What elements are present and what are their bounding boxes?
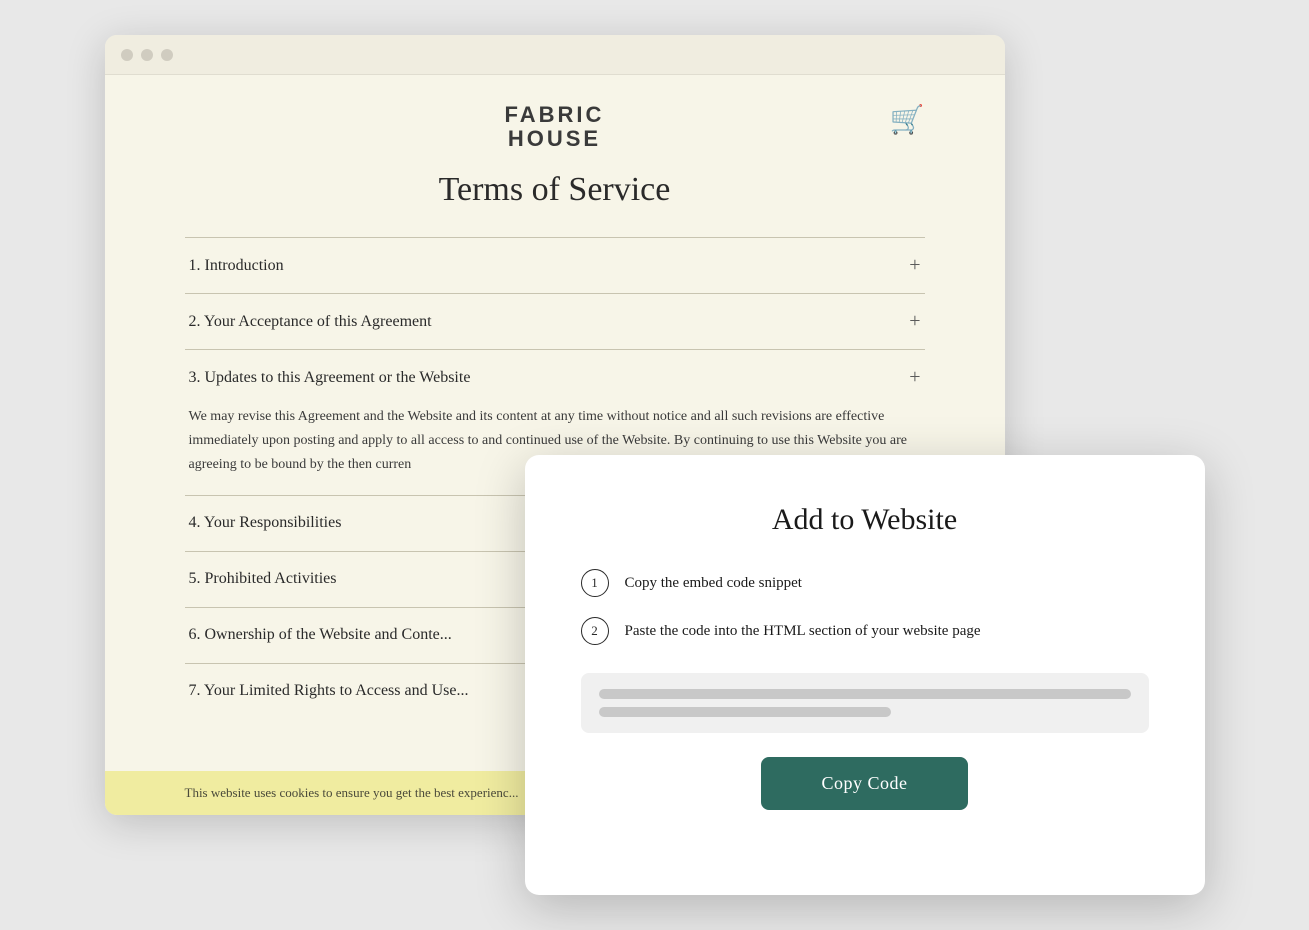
page-title: Terms of Service [185, 171, 925, 209]
accordion-row-1[interactable]: 1. Introduction + [185, 238, 925, 293]
code-line-1 [599, 689, 1131, 699]
accordion-plus-2: + [909, 310, 920, 333]
code-line-2 [599, 707, 892, 717]
accordion-label-7: 7. Your Limited Rights to Access and Use… [189, 682, 469, 700]
step-1-text: Copy the embed code snippet [625, 575, 802, 592]
step-2-text: Paste the code into the HTML section of … [625, 623, 981, 640]
accordion-label-3: 3. Updates to this Agreement or the Webs… [189, 369, 471, 387]
accordion-label-1: 1. Introduction [189, 257, 284, 275]
logo-line2: HOUSE [508, 126, 601, 151]
accordion-plus-3: + [909, 366, 920, 389]
accordion-label-2: 2. Your Acceptance of this Agreement [189, 313, 432, 331]
accordion-item-2: 2. Your Acceptance of this Agreement + [185, 293, 925, 349]
accordion-item-1: 1. Introduction + [185, 237, 925, 293]
modal-step-1: 1 Copy the embed code snippet [581, 569, 1149, 597]
site-header: FABRIC HOUSE 🛒 [185, 75, 925, 171]
modal-step-2: 2 Paste the code into the HTML section o… [581, 617, 1149, 645]
site-logo: FABRIC HOUSE [505, 103, 605, 151]
accordion-row-2[interactable]: 2. Your Acceptance of this Agreement + [185, 294, 925, 349]
logo-line1: FABRIC [505, 102, 605, 127]
accordion-label-5: 5. Prohibited Activities [189, 570, 337, 588]
add-to-website-modal: Add to Website 1 Copy the embed code sni… [525, 455, 1205, 895]
cookie-text: This website uses cookies to ensure you … [185, 785, 519, 800]
code-snippet-box [581, 673, 1149, 733]
traffic-light-yellow[interactable] [141, 49, 153, 61]
modal-title: Add to Website [772, 503, 957, 537]
accordion-plus-1: + [909, 254, 920, 277]
cart-icon[interactable]: 🛒 [890, 103, 925, 137]
accordion-row-3[interactable]: 3. Updates to this Agreement or the Webs… [185, 350, 925, 405]
step-2-circle: 2 [581, 617, 609, 645]
copy-code-button[interactable]: Copy Code [761, 757, 967, 810]
step-1-circle: 1 [581, 569, 609, 597]
accordion-label-4: 4. Your Responsibilities [189, 514, 342, 532]
accordion-label-6: 6. Ownership of the Website and Conte... [189, 626, 452, 644]
traffic-light-red[interactable] [121, 49, 133, 61]
browser-titlebar [105, 35, 1005, 75]
traffic-light-green[interactable] [161, 49, 173, 61]
